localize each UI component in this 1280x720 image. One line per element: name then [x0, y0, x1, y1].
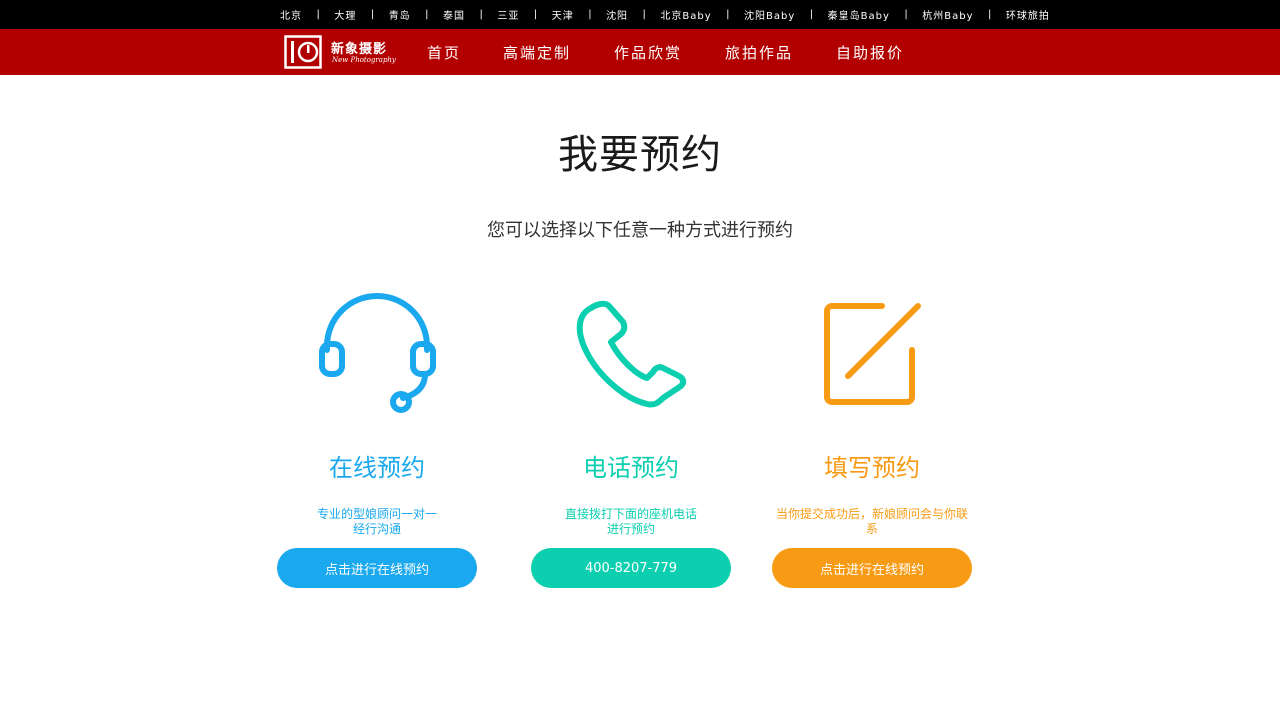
city-separator: | [588, 9, 592, 20]
city-link-shenyang-baby[interactable]: 沈阳Baby [744, 7, 795, 22]
online-booking-button[interactable]: 点击进行在线预约 [277, 548, 477, 588]
phone-booking-title: 电话预约 [583, 454, 679, 482]
city-link-shenyang[interactable]: 沈阳 [606, 7, 628, 22]
form-booking-button[interactable]: 点击进行在线预约 [772, 548, 972, 588]
city-link-sanya[interactable]: 三亚 [497, 7, 519, 22]
city-separator: | [370, 9, 375, 20]
city-link-qingdao[interactable]: 青岛 [389, 7, 411, 22]
city-link-tianjin[interactable]: 天津 [552, 7, 574, 22]
form-booking-desc: 当你提交成功后，新娘顾问会与你联系 [772, 507, 972, 537]
page-subtitle: 您可以选择以下任意一种方式进行预约 [487, 220, 793, 241]
city-separator: | [904, 9, 908, 20]
city-link-qinhuangdao-baby[interactable]: 秦皇岛Baby [828, 7, 890, 22]
phone-booking-desc: 直接拨打下面的座机电话 进行预约 [531, 507, 731, 537]
form-booking-desc-line1: 当你提交成功后，新娘顾问会与你联系 [775, 507, 968, 536]
city-list: 北京 | 大理 | 青岛 | 泰国 | 三亚 | 天津 | 沈阳 | 北京Bab… [280, 0, 1050, 29]
online-booking-desc-line2: 经行沟通 [352, 522, 401, 536]
logo[interactable]: 新象摄影 New Photography [284, 35, 396, 69]
nav-home[interactable]: 首页 [427, 42, 461, 63]
city-link-global-travel[interactable]: 环球旅拍 [1006, 7, 1050, 22]
city-bar: 北京 | 大理 | 青岛 | 泰国 | 三亚 | 天津 | 沈阳 | 北京Bab… [0, 0, 1280, 29]
page-title: 我要预约 [558, 132, 722, 178]
city-link-dali[interactable]: 大理 [334, 7, 356, 22]
online-booking-card: 在线预约 专业的型娘顾问一对一 经行沟通 点击进行在线预约 [277, 280, 477, 600]
city-link-beijing[interactable]: 北京 [280, 7, 302, 22]
city-separator: | [533, 9, 538, 20]
city-separator: | [726, 9, 730, 20]
logo-subtext: New Photography [332, 56, 396, 64]
logo-text: 新象摄影 [331, 42, 388, 57]
nav-gallery[interactable]: 作品欣赏 [614, 42, 682, 63]
main-nav: 新象摄影 New Photography 首页 高端定制 作品欣赏 旅拍作品 自… [0, 29, 1280, 75]
nav-travel-works[interactable]: 旅拍作品 [725, 42, 793, 63]
logo-mark-icon [284, 35, 322, 69]
phone-booking-desc-line2: 进行预约 [606, 522, 655, 536]
online-booking-desc-line1: 专业的型娘顾问一对一 [316, 507, 437, 521]
city-separator: | [479, 9, 483, 20]
form-booking-title: 填写预约 [824, 454, 920, 482]
phone-icon [576, 300, 687, 408]
phone-number-button[interactable]: 400-8207-779 [531, 548, 731, 588]
nav-custom[interactable]: 高端定制 [503, 42, 571, 63]
city-separator: | [809, 9, 814, 20]
city-separator: | [316, 9, 320, 20]
city-link-hangzhou-baby[interactable]: 杭州Baby [922, 7, 973, 22]
online-booking-title: 在线预约 [329, 454, 425, 482]
headset-icon [319, 293, 436, 413]
city-separator: | [987, 9, 992, 20]
online-booking-desc: 专业的型娘顾问一对一 经行沟通 [277, 507, 477, 537]
form-booking-card: 填写预约 当你提交成功后，新娘顾问会与你联系 点击进行在线预约 [772, 280, 972, 600]
city-separator: | [642, 9, 646, 20]
edit-icon [824, 303, 921, 405]
city-separator: | [425, 9, 429, 20]
nav-quote[interactable]: 自助报价 [836, 42, 904, 63]
phone-booking-desc-line1: 直接拨打下面的座机电话 [564, 507, 697, 521]
phone-booking-card: 电话预约 直接拨打下面的座机电话 进行预约 400-8207-779 [531, 280, 731, 600]
city-link-thailand[interactable]: 泰国 [443, 7, 465, 22]
city-link-beijing-baby[interactable]: 北京Baby [660, 7, 711, 22]
